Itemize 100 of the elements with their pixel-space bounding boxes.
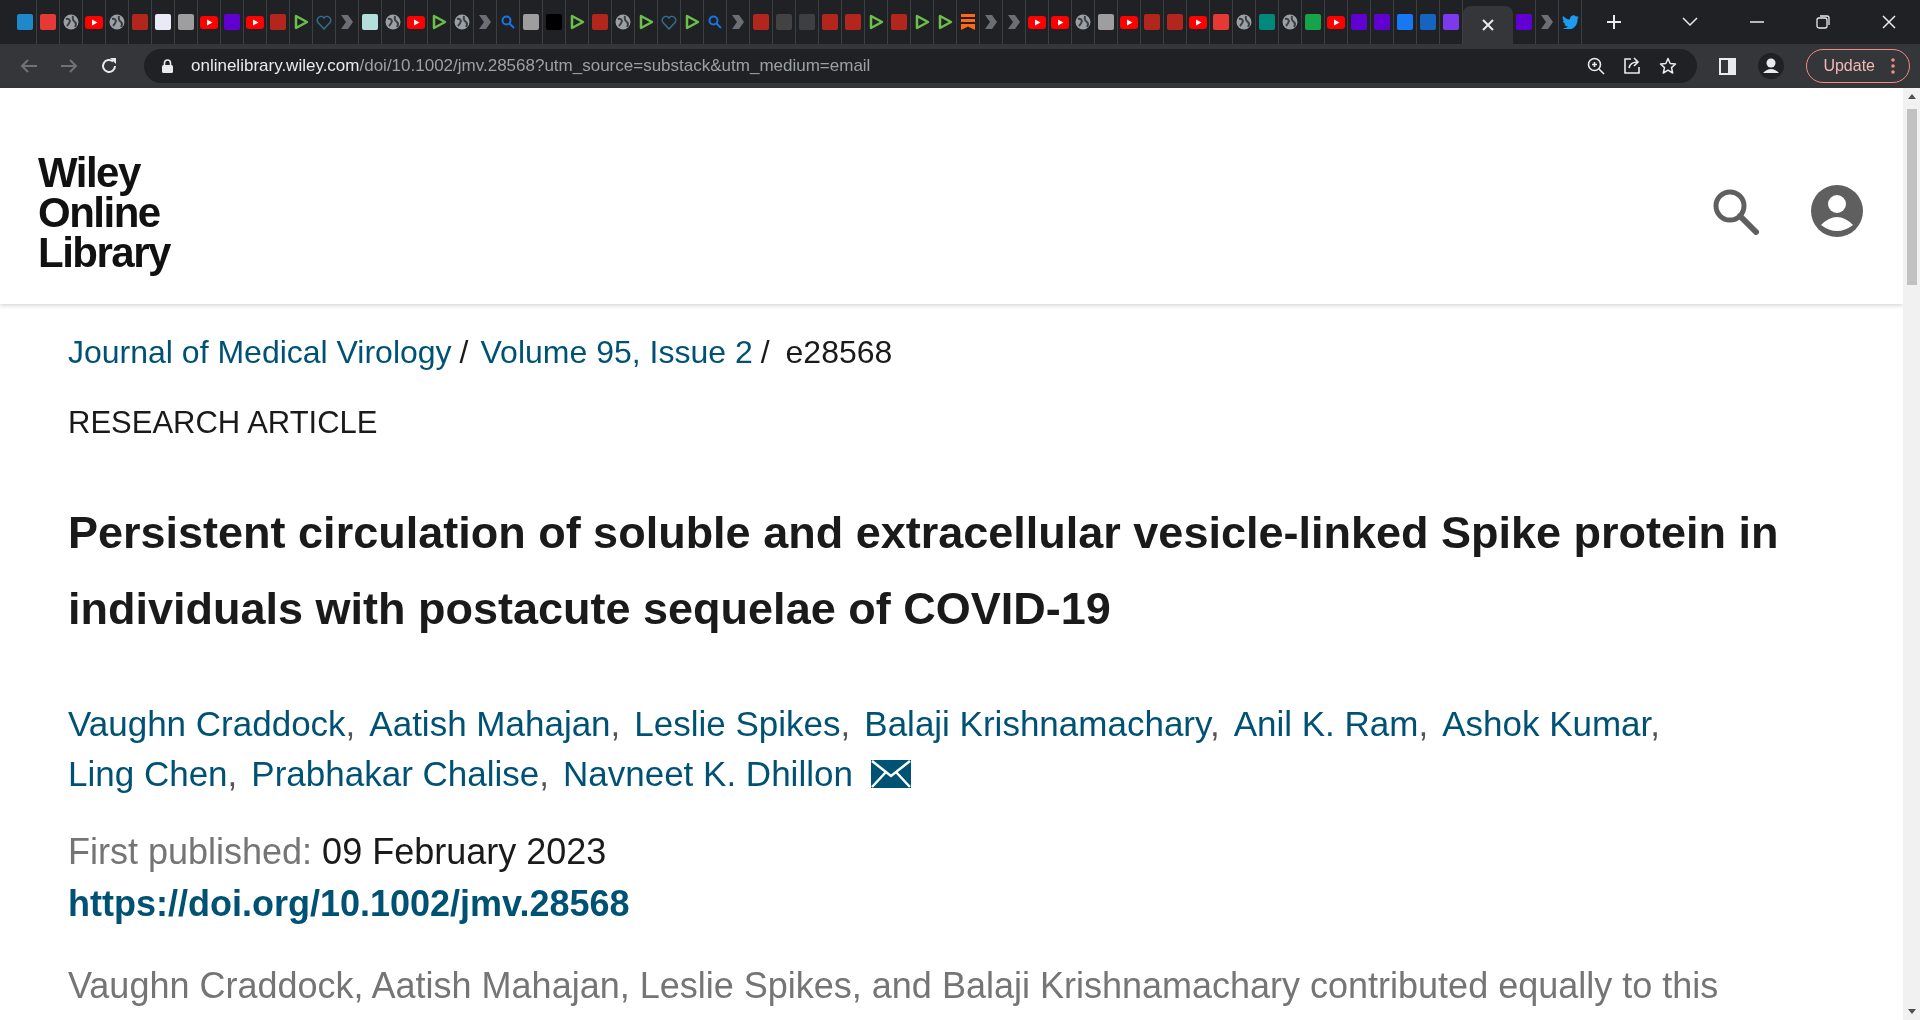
breadcrumb-link[interactable]: Journal of Medical Virology bbox=[68, 334, 452, 371]
video-icon bbox=[1051, 15, 1069, 29]
favicon-icon bbox=[546, 14, 562, 30]
video-icon bbox=[407, 15, 425, 29]
browser-tab[interactable] bbox=[152, 0, 175, 44]
star-icon[interactable] bbox=[1659, 57, 1678, 75]
video-icon bbox=[85, 15, 103, 29]
chevron-icon bbox=[730, 14, 746, 30]
favicon-icon bbox=[592, 14, 608, 30]
url-path: /doi/10.1002/jmv.28568?utm_source=substack&utm_medium=email bbox=[359, 56, 871, 75]
author-link[interactable]: Ashok Kumar bbox=[1442, 704, 1651, 743]
play-icon bbox=[914, 14, 930, 30]
author-link[interactable]: Aatish Mahajan bbox=[369, 704, 611, 743]
article-title: Persistent circulation of soluble and extracellular vesicle-linked Spike protein in individuals with postacute sequelae of COVID-19 bbox=[68, 506, 1780, 636]
breadcrumb-separator: / bbox=[459, 334, 469, 371]
back-icon[interactable] bbox=[20, 58, 38, 74]
close-icon[interactable] bbox=[1882, 15, 1896, 29]
play-icon bbox=[868, 14, 884, 30]
scrollbar-thumb[interactable] bbox=[1906, 109, 1917, 285]
favicon-icon bbox=[822, 14, 838, 30]
globe-icon bbox=[109, 14, 125, 30]
reload-icon[interactable] bbox=[100, 57, 118, 75]
new-tab-icon[interactable] bbox=[1606, 14, 1622, 30]
lock-icon bbox=[162, 59, 173, 73]
author-link[interactable]: Vaughn Craddock bbox=[68, 704, 346, 743]
profile-icon[interactable] bbox=[1758, 53, 1785, 79]
globe-icon bbox=[1075, 14, 1091, 30]
favicon-icon bbox=[1420, 14, 1436, 30]
video-icon bbox=[1189, 15, 1207, 29]
share-icon[interactable] bbox=[1623, 57, 1642, 75]
favicon-icon bbox=[1167, 14, 1183, 30]
play-icon bbox=[684, 14, 700, 30]
forward-icon[interactable] bbox=[60, 58, 78, 74]
bird-icon bbox=[1561, 15, 1579, 29]
favicon-icon bbox=[776, 14, 792, 30]
search-icon[interactable] bbox=[1711, 187, 1759, 235]
favicon-icon bbox=[40, 14, 56, 30]
globe-icon bbox=[615, 14, 631, 30]
envelope-icon[interactable] bbox=[870, 760, 911, 788]
doi-link[interactable]: https://doi.org/10.1002/jmv.28568 bbox=[68, 883, 630, 925]
scroll-up-icon[interactable] bbox=[1907, 94, 1916, 99]
published-date: 09 February 2023 bbox=[322, 831, 607, 873]
favicon-icon bbox=[132, 14, 148, 30]
author-link[interactable]: Leslie Spikes bbox=[634, 704, 841, 743]
chevron-icon bbox=[1539, 14, 1555, 30]
browser-tab[interactable] bbox=[359, 0, 382, 44]
play-icon bbox=[937, 14, 953, 30]
search-icon bbox=[501, 15, 515, 29]
favicon-icon bbox=[753, 14, 769, 30]
favicon-icon bbox=[845, 14, 861, 30]
restore-icon[interactable] bbox=[1816, 15, 1830, 29]
favicon-icon bbox=[362, 14, 378, 30]
browser-tab[interactable] bbox=[1095, 0, 1118, 44]
favicon-icon bbox=[1351, 14, 1367, 30]
chevron-icon bbox=[983, 14, 999, 30]
breadcrumb-separator: / bbox=[760, 334, 770, 371]
play-icon bbox=[293, 14, 309, 30]
article-type: RESEARCH ARTICLE bbox=[68, 405, 379, 441]
comma: , bbox=[840, 704, 851, 743]
search-icon bbox=[708, 15, 722, 29]
side-panel-icon[interactable] bbox=[1719, 57, 1737, 75]
breadcrumb-current: e28568 bbox=[785, 334, 893, 371]
author-link[interactable]: Prabhakar Chalise bbox=[251, 754, 540, 793]
favicon-icon bbox=[1213, 14, 1229, 30]
address-bar[interactable]: onlinelibrary.wiley.com/doi/10.1002/jmv.28568?utm_source=substack&utm_medium=email bbox=[144, 49, 1698, 83]
comma: , bbox=[1650, 704, 1661, 743]
favicon-icon bbox=[891, 14, 907, 30]
url-host: onlinelibrary.wiley.com bbox=[191, 56, 360, 75]
author-link[interactable]: Navneet K. Dhillon bbox=[563, 754, 853, 793]
chevron-down-icon[interactable] bbox=[1682, 17, 1698, 27]
browser-tab[interactable] bbox=[175, 0, 198, 44]
play-icon bbox=[638, 14, 654, 30]
chevron-icon bbox=[339, 14, 355, 30]
bookmark-icon bbox=[961, 14, 975, 30]
scrollbar[interactable] bbox=[1903, 88, 1920, 1020]
video-icon bbox=[1028, 15, 1046, 29]
favicon-icon bbox=[1374, 14, 1390, 30]
chevron-icon bbox=[1006, 14, 1022, 30]
browser-tab[interactable] bbox=[1463, 6, 1513, 44]
comma: , bbox=[345, 704, 356, 743]
comma: , bbox=[1418, 704, 1429, 743]
favicon-icon bbox=[1259, 14, 1275, 30]
favicon-icon bbox=[1305, 14, 1321, 30]
breadcrumb-link[interactable]: Volume 95, Issue 2 bbox=[480, 334, 753, 371]
favicon-icon bbox=[1144, 14, 1160, 30]
globe-icon bbox=[63, 14, 79, 30]
scroll-down-icon[interactable] bbox=[1907, 1009, 1916, 1014]
author-link[interactable]: Anil K. Ram bbox=[1233, 704, 1419, 743]
favicon-icon bbox=[1397, 14, 1413, 30]
zoom-icon[interactable] bbox=[1587, 57, 1606, 75]
close-icon[interactable] bbox=[1481, 18, 1495, 32]
account-icon[interactable] bbox=[1811, 185, 1863, 237]
globe-icon bbox=[1236, 14, 1252, 30]
video-icon bbox=[1327, 15, 1345, 29]
favicon-icon bbox=[799, 14, 815, 30]
favicon-icon bbox=[523, 14, 539, 30]
author-link[interactable]: Ling Chen bbox=[68, 754, 228, 793]
browser-tab[interactable] bbox=[520, 0, 543, 44]
author-link[interactable]: Balaji Krishnamachary bbox=[864, 704, 1210, 743]
globe-icon bbox=[385, 14, 401, 30]
